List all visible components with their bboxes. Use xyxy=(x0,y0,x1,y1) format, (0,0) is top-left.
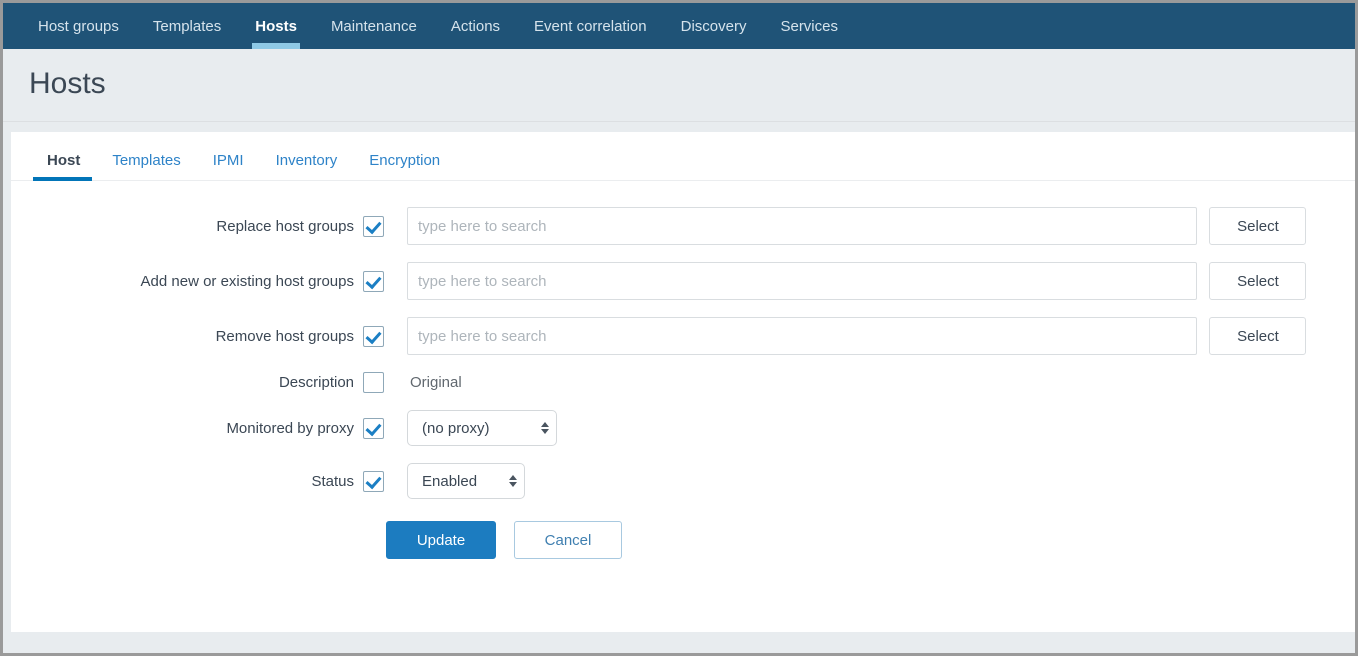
label-replace-host-groups: Replace host groups xyxy=(216,217,354,235)
label-description: Description xyxy=(278,374,354,391)
form-row-replace-host-groups: Replace host groups Select xyxy=(11,207,1355,245)
nav-item-services[interactable]: Services xyxy=(763,3,855,49)
page-title: Hosts xyxy=(29,67,106,100)
description-value: Original xyxy=(410,374,462,391)
form-row-add-host-groups: Add new or existing host groups Select xyxy=(11,262,1355,300)
input-replace-host-groups[interactable] xyxy=(407,207,1197,245)
tab-label: IPMI xyxy=(212,152,244,169)
select-value: (no proxy) xyxy=(422,419,490,437)
tab-label: Inventory xyxy=(275,152,338,169)
form-tabs: Host Templates IPMI Inventory Encryption xyxy=(11,132,1355,181)
content-area: Host Templates IPMI Inventory Encryption xyxy=(3,122,1355,653)
form-row-description: Description Original xyxy=(11,372,1355,393)
label-add-host-groups: Add new or existing host groups xyxy=(140,272,354,290)
field-replace-host-groups: Select xyxy=(407,207,1307,245)
tab-label: Host xyxy=(47,152,81,169)
select-button-remove-host-groups[interactable]: Select xyxy=(1209,317,1307,355)
update-button[interactable]: Update xyxy=(386,521,496,559)
field-add-host-groups: Select xyxy=(407,262,1307,300)
label-monitored-by-proxy: Monitored by proxy xyxy=(226,419,354,437)
select-button-add-host-groups[interactable]: Select xyxy=(1209,262,1307,300)
stepper-arrows-icon xyxy=(509,475,517,487)
nav-item-host-groups[interactable]: Host groups xyxy=(21,3,136,49)
nav-label: Host groups xyxy=(38,17,119,35)
nav-label: Services xyxy=(780,17,838,35)
nav-label: Templates xyxy=(152,17,222,35)
checkbox-description[interactable] xyxy=(363,372,384,393)
nav-label: Discovery xyxy=(680,17,747,35)
select-status[interactable]: Enabled xyxy=(407,463,525,499)
tab-label: Encryption xyxy=(369,152,441,169)
nav-label: Actions xyxy=(450,17,501,35)
app-window: Host groups Templates Hosts Maintenance … xyxy=(0,0,1358,656)
tab-encryption[interactable]: Encryption xyxy=(353,146,456,180)
checkbox-status[interactable] xyxy=(363,470,384,492)
tab-ipmi[interactable]: IPMI xyxy=(197,146,260,180)
checkbox-monitored-by-proxy[interactable] xyxy=(363,417,384,439)
select-value: Enabled xyxy=(422,472,478,490)
input-remove-host-groups[interactable] xyxy=(407,317,1197,355)
checkbox-add-host-groups[interactable] xyxy=(363,270,384,292)
main-navigation: Host groups Templates Hosts Maintenance … xyxy=(3,3,1355,49)
stepper-arrows-icon xyxy=(541,422,549,434)
form-actions: Update Cancel xyxy=(11,521,1355,559)
form-row-monitored-by-proxy: Monitored by proxy (no proxy) xyxy=(11,410,1355,446)
checkbox-replace-host-groups[interactable] xyxy=(363,215,384,237)
checkbox-remove-host-groups[interactable] xyxy=(363,325,384,347)
input-add-host-groups[interactable] xyxy=(407,262,1197,300)
nav-label: Maintenance xyxy=(330,17,417,35)
mass-update-form-card: Host Templates IPMI Inventory Encryption xyxy=(11,132,1355,632)
nav-item-hosts[interactable]: Hosts xyxy=(238,3,314,49)
tab-host[interactable]: Host xyxy=(33,146,96,181)
label-remove-host-groups: Remove host groups xyxy=(215,327,354,345)
nav-item-maintenance[interactable]: Maintenance xyxy=(314,3,434,49)
form-row-status: Status Enabled xyxy=(11,463,1355,499)
nav-item-actions[interactable]: Actions xyxy=(434,3,517,49)
nav-label: Event correlation xyxy=(534,17,647,35)
label-status: Status xyxy=(311,472,354,490)
select-monitored-by-proxy[interactable]: (no proxy) xyxy=(407,410,557,446)
page-header: Hosts xyxy=(3,49,1355,122)
select-button-replace-host-groups[interactable]: Select xyxy=(1209,207,1307,245)
nav-item-discovery[interactable]: Discovery xyxy=(664,3,764,49)
form-row-remove-host-groups: Remove host groups Select xyxy=(11,317,1355,355)
nav-item-event-correlation[interactable]: Event correlation xyxy=(517,3,664,49)
tab-templates[interactable]: Templates xyxy=(96,146,196,180)
field-remove-host-groups: Select xyxy=(407,317,1307,355)
mass-update-form: Replace host groups Select Add new or ex… xyxy=(11,181,1355,559)
nav-label: Hosts xyxy=(255,17,297,35)
cancel-button[interactable]: Cancel xyxy=(514,521,622,559)
tab-inventory[interactable]: Inventory xyxy=(260,146,354,180)
nav-item-templates[interactable]: Templates xyxy=(136,3,238,49)
tab-label: Templates xyxy=(112,152,181,169)
